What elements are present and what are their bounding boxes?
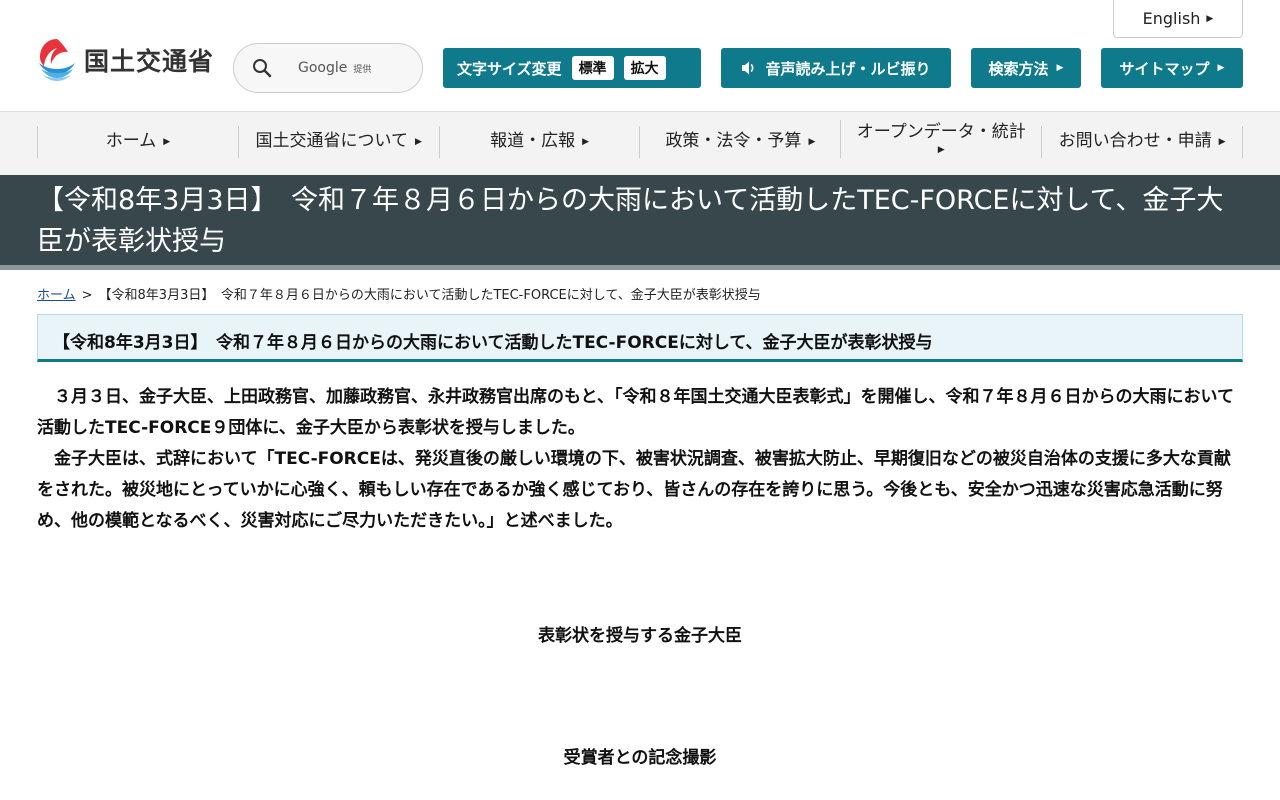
article-heading-box: 【令和8年3月3日】 令和７年８月６日からの大雨において活動したTEC-FORC… [37, 314, 1243, 362]
search-howto-label: 検索方法 [988, 59, 1049, 78]
article-body: ３月３日、金子大臣、上田政務官、加藤政務官、永井政務官出席のもと、「令和８年国土… [37, 382, 1243, 537]
font-size-control: 文字サイズ変更 標準 拡大 [443, 48, 701, 88]
font-size-standard-button[interactable]: 標準 [571, 56, 614, 80]
speaker-icon [742, 61, 754, 75]
nav-item-label: 報道・広報 [490, 131, 576, 152]
photo-caption: 表彰状を授与する金子大臣 [538, 626, 742, 646]
page-title-band: 【令和8年3月3日】 令和７年８月６日からの大雨において活動したTEC-FORC… [0, 175, 1280, 270]
font-size-large-button[interactable]: 拡大 [623, 56, 666, 80]
logo-text: 国土交通省 [84, 46, 215, 76]
voice-ruby-button[interactable]: 音声読み上げ・ルビ振り [721, 48, 951, 88]
breadcrumb-separator: > [81, 288, 93, 303]
search-input[interactable] [234, 44, 422, 92]
nav-item-label: オープンデータ・統計 [856, 122, 1026, 143]
nav-item-home[interactable]: ホーム ▶ [37, 126, 238, 158]
breadcrumb-home-link[interactable]: ホーム [37, 288, 76, 303]
font-size-label: 文字サイズ変更 [457, 59, 562, 78]
mlit-logo-icon [39, 39, 75, 81]
site-header: English ▶ 国土交通省 Google 提供 文字サイズ変更 標準 拡大 … [0, 0, 1280, 112]
body-paragraph: 金子大臣は、式辞において「TEC-FORCEは、発災直後の厳しい環境の下、被害状… [37, 449, 1231, 531]
nav-item-label: 政策・法令・予算 [665, 131, 802, 152]
english-label: English [1142, 9, 1201, 28]
voice-ruby-label: 音声読み上げ・ルビ振り [765, 59, 931, 78]
site-search: Google 提供 [233, 43, 423, 93]
nav-item-opendata[interactable]: オープンデータ・統計 ▶ [840, 120, 1041, 158]
english-button[interactable]: English ▶ [1113, 0, 1243, 38]
triangle-right-icon: ▶ [415, 136, 422, 147]
page-title: 【令和8年3月3日】 令和７年８月６日からの大雨において活動したTEC-FORC… [37, 185, 1224, 257]
triangle-right-icon: ▶ [1056, 63, 1064, 73]
triangle-right-icon: ▶ [937, 144, 945, 155]
photo-caption: 受賞者との記念撮影 [563, 748, 717, 768]
triangle-right-icon: ▶ [808, 136, 816, 147]
body-paragraph: ３月３日、金子大臣、上田政務官、加藤政務官、永井政務官出席のもと、「令和８年国土… [37, 387, 1234, 438]
nav-item-press[interactable]: 報道・広報 ▶ [438, 126, 640, 158]
triangle-right-icon: ▶ [582, 136, 590, 147]
nav-item-label: 国土交通省について [255, 131, 409, 152]
sitemap-button[interactable]: サイトマップ ▶ [1101, 48, 1243, 88]
triangle-right-icon: ▶ [163, 136, 171, 147]
search-howto-button[interactable]: 検索方法 ▶ [971, 48, 1081, 88]
global-nav: ホーム ▶ 国土交通省について ▶ 報道・広報 ▶ 政策・法令・予算 ▶ オープ… [0, 112, 1280, 175]
nav-item-label: お問い合わせ・申請 [1058, 131, 1212, 152]
triangle-right-icon: ▶ [1206, 13, 1214, 24]
breadcrumb: ホーム > 【令和8年3月3日】 令和７年８月６日からの大雨において活動したTEC-… [37, 284, 761, 303]
triangle-right-icon: ▶ [1218, 136, 1226, 147]
site-logo[interactable]: 国土交通省 [37, 37, 214, 82]
sitemap-label: サイトマップ [1119, 59, 1210, 78]
breadcrumb-current: 【令和8年3月3日】 令和７年８月６日からの大雨において活動したTEC-FORC… [98, 288, 761, 303]
triangle-right-icon: ▶ [1217, 63, 1225, 73]
nav-item-about[interactable]: 国土交通省について ▶ [237, 126, 439, 158]
nav-item-policy[interactable]: 政策・法令・予算 ▶ [639, 126, 840, 158]
nav-item-label: ホーム [105, 131, 157, 152]
nav-item-contact[interactable]: お問い合わせ・申請 ▶ [1041, 126, 1243, 158]
article-heading: 【令和8年3月3日】 令和７年８月６日からの大雨において活動したTEC-FORC… [53, 333, 933, 353]
